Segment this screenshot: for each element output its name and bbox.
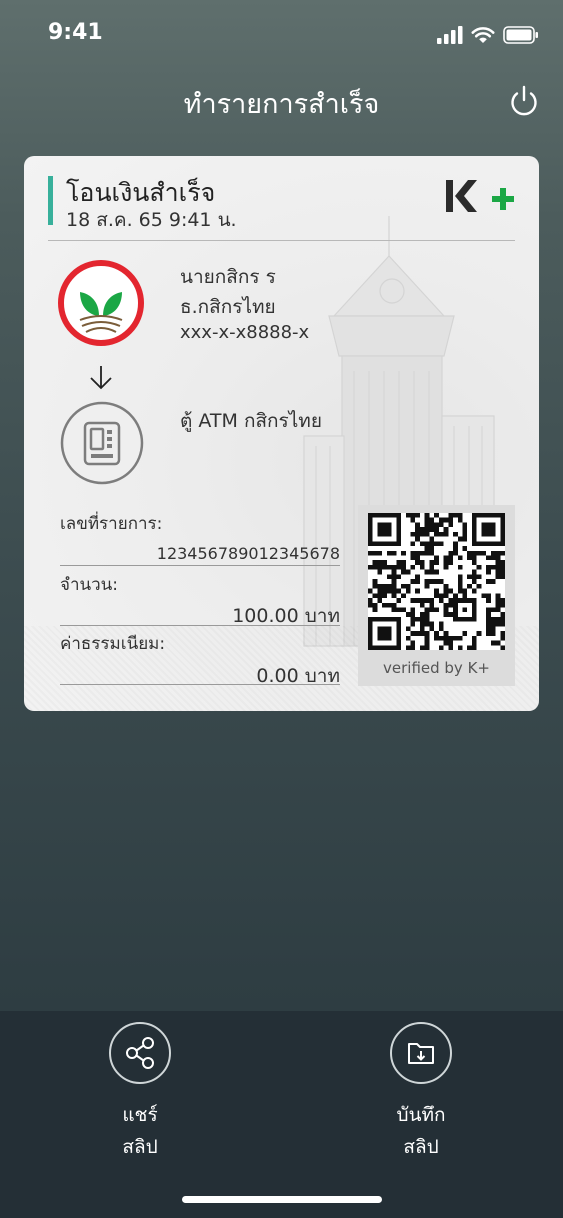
save-slip-button[interactable]: บันทึก สลิป (361, 1022, 481, 1163)
qr-code-image (368, 513, 505, 650)
status-time: 9:41 (48, 20, 103, 45)
save-icon (408, 1043, 434, 1064)
down-arrow-icon (90, 366, 112, 390)
page-title: ทำรายการสำเร็จ (183, 89, 380, 120)
reference-label: เลขที่รายการ: (60, 514, 163, 534)
save-circle[interactable] (390, 1022, 452, 1084)
atm-icon (60, 401, 144, 485)
fee-value: 0.00 บาท (256, 665, 340, 687)
signal-icon (437, 26, 463, 44)
battery-icon (503, 26, 538, 44)
qr-caption: verified by K+ (383, 659, 490, 677)
save-label-line1: บันทึก (396, 1104, 446, 1126)
share-label-line1: แชร์ (122, 1104, 158, 1126)
qr-verification-box: verified by K+ (358, 505, 515, 686)
reference-value: 12345678901234567​8 (156, 544, 340, 563)
title-accent-bar (48, 176, 53, 225)
kplus-logo (446, 180, 514, 212)
amount-underline (60, 625, 340, 626)
receiver-name: ตู้ ATM กสิกรไทย (180, 410, 322, 432)
sender-account: xxx-x-x8888-x (180, 322, 310, 343)
save-label-line2: สลิป (403, 1136, 439, 1158)
status-bar: 9:41 (0, 0, 563, 70)
share-circle[interactable] (109, 1022, 171, 1084)
fee-underline (60, 684, 340, 685)
share-icon (126, 1037, 154, 1069)
sender-bank: ธ.กสิกรไทย (180, 296, 276, 318)
share-label-line2: สลิป (122, 1136, 158, 1158)
reference-underline (60, 565, 340, 566)
share-label: แชร์ สลิป (80, 1099, 200, 1163)
power-button[interactable] (507, 84, 541, 118)
power-icon (511, 85, 537, 116)
kasikorn-logo (58, 260, 144, 346)
share-slip-button[interactable]: แชร์ สลิป (80, 1022, 200, 1163)
save-label: บันทึก สลิป (361, 1099, 481, 1163)
sender-name: นายกสิกร ร (180, 266, 276, 288)
qr-code (368, 513, 505, 650)
status-icons (437, 24, 539, 46)
slip-date: 18 ส.ค. 65 9:41 น. (66, 209, 237, 231)
amount-value: 100.00 บาท (232, 605, 340, 627)
home-indicator[interactable] (182, 1196, 382, 1203)
title-divider (48, 240, 515, 241)
wifi-icon (471, 27, 495, 43)
fee-label: ค่าธรรมเนียม: (60, 634, 166, 654)
transfer-slip-card: โอนเงินสำเร็จ 18 ส.ค. 65 9:41 น. นายกสิก… (24, 156, 539, 711)
amount-label: จำนวน: (60, 575, 119, 595)
